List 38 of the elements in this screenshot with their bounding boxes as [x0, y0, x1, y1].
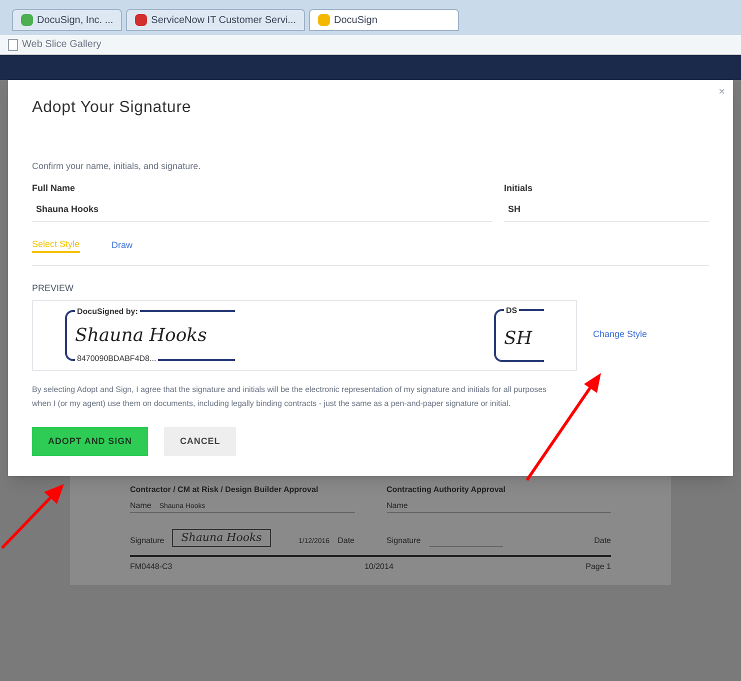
approval-heading: Contractor / CM at Risk / Design Builder Approval	[130, 484, 320, 496]
stamp-header: DocuSigned by:	[75, 306, 140, 318]
input-field[interactable]: Shauna Hooks	[32, 199, 492, 222]
field-label: Name	[386, 500, 408, 512]
favorites-link[interactable]: Web Slice Gallery	[22, 37, 102, 52]
footer-text: Page 1	[586, 561, 611, 573]
field-label: Full Name	[32, 182, 76, 194]
browser-tab[interactable]: DocuSign	[309, 9, 460, 31]
change-style-link[interactable]: Change Style	[593, 328, 648, 342]
footer-text: FM0448-C3	[130, 561, 172, 573]
page-icon	[8, 38, 18, 50]
footer-text: 10/2014	[364, 561, 394, 573]
adopt-button[interactable]: ADOPT AND SIGN	[32, 426, 148, 456]
signature-id: 8470090BDABF4D8...	[75, 352, 158, 364]
instruction-text: Confirm your name, initials, and signature.	[32, 160, 202, 173]
stamp-header: DS	[504, 304, 520, 316]
initials-text: SH	[504, 326, 534, 350]
signature-stamp: Shauna Hooks	[172, 528, 271, 547]
approval-heading: Contracting Authority Approval	[386, 484, 506, 496]
tab-title: DocuSign	[334, 14, 378, 28]
browser-tab[interactable]: DocuSign, Inc. ...	[12, 9, 122, 31]
field-label: Initials	[504, 182, 534, 194]
signature-text: Shauna Hooks	[75, 324, 208, 348]
preview-label: PREVIEW	[32, 282, 75, 295]
field-label: Signature	[386, 535, 421, 547]
style-tab[interactable]: Draw	[112, 238, 133, 253]
input-field[interactable]: SH	[504, 199, 709, 222]
tab-title: DocuSign, Inc. ...	[37, 14, 114, 28]
dialog-title: Adopt Your Signature	[32, 98, 192, 118]
legal-text: By selecting Adopt and Sign, I agree that the signature and initials will be the electronic representation of my signature and initials for all purposes when I (or my agent) use them on documents, including legally binding contracts - just the same as a pen-and-paper signature or initial.	[32, 384, 547, 410]
field-label: Date	[594, 535, 611, 547]
field-label: Name	[130, 500, 152, 512]
tab-title: ServiceNow IT Customer Servi...	[151, 14, 296, 28]
field-label: Signature	[130, 535, 164, 547]
cancel-button[interactable]: CANCEL	[164, 426, 236, 456]
browser-tab[interactable]: ServiceNow IT Customer Servi...	[126, 9, 306, 31]
arrow-drawing	[0, 482, 66, 550]
field-label: Date	[338, 535, 354, 547]
